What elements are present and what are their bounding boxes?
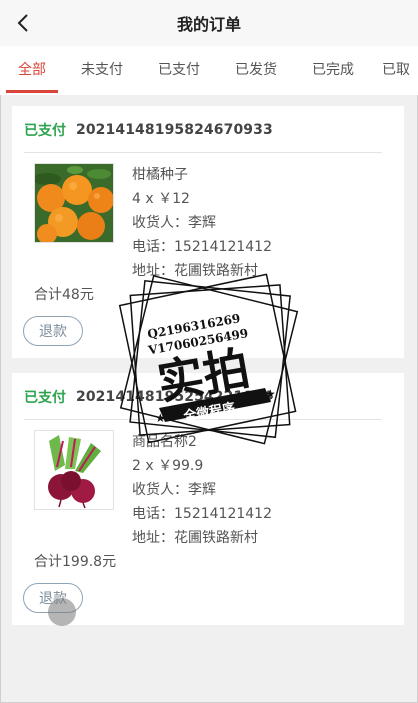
order-status: 已支付 (24, 123, 66, 139)
refund-button[interactable]: 退款 (23, 316, 83, 346)
order-number: 20214148195254221084 (76, 389, 273, 405)
product-image-oranges[interactable] (34, 163, 114, 243)
product-image-beetroot[interactable] (34, 430, 114, 510)
oranges-picture (35, 164, 113, 242)
order-card: 已支付 20214148195254221084 商品名称2 2 x ￥99.9… (12, 373, 404, 625)
phone: 电话：15214121412 (132, 239, 272, 255)
receiver: 收货人：李辉 (132, 482, 216, 498)
tab-cancelled[interactable]: 已取 (382, 46, 418, 95)
product-name: 柑橘种子 (132, 167, 188, 183)
receiver: 收货人：李辉 (132, 215, 216, 231)
order-details: 柑橘种子 4 x ￥12 收货人：李辉 电话：15214121412 地址：花圃… (132, 163, 272, 283)
touch-indicator (48, 598, 76, 626)
product-name: 商品名称2 (132, 434, 197, 450)
quantity-price: 2 x ￥99.9 (132, 458, 204, 474)
beetroot-picture (35, 431, 113, 509)
order-card: 已支付 20214148195824670933 柑橘种子 4 x ￥12 收货… (12, 106, 404, 358)
phone: 电话：15214121412 (132, 506, 272, 522)
active-tab-indicator (6, 90, 58, 93)
order-total: 合计48元 (34, 287, 94, 303)
order-total: 合计199.8元 (34, 554, 117, 570)
tab-paid[interactable]: 已支付 (151, 46, 207, 95)
quantity-price: 4 x ￥12 (132, 191, 190, 207)
tab-shipped[interactable]: 已发货 (228, 46, 284, 95)
order-number: 20214148195824670933 (76, 122, 273, 138)
chevron-left-icon[interactable] (12, 11, 36, 35)
order-status: 已支付 (24, 390, 66, 406)
order-header: 已支付 20214148195824670933 (24, 120, 273, 140)
address: 地址：花圃铁路新村 (132, 530, 258, 546)
nav-bar: 我的订单 (0, 0, 418, 46)
tab-unpaid[interactable]: 未支付 (74, 46, 130, 95)
order-status-tabs: 全部 未支付 已支付 已发货 已完成 已取 (0, 46, 418, 95)
tab-all[interactable]: 全部 (10, 46, 54, 95)
divider (24, 419, 382, 420)
divider (24, 152, 382, 153)
order-header: 已支付 20214148195254221084 (24, 387, 273, 407)
tab-completed[interactable]: 已完成 (305, 46, 361, 95)
page-title: 我的订单 (176, 15, 241, 34)
address: 地址：花圃铁路新村 (132, 263, 258, 279)
order-details: 商品名称2 2 x ￥99.9 收货人：李辉 电话：15214121412 地址… (132, 430, 272, 550)
